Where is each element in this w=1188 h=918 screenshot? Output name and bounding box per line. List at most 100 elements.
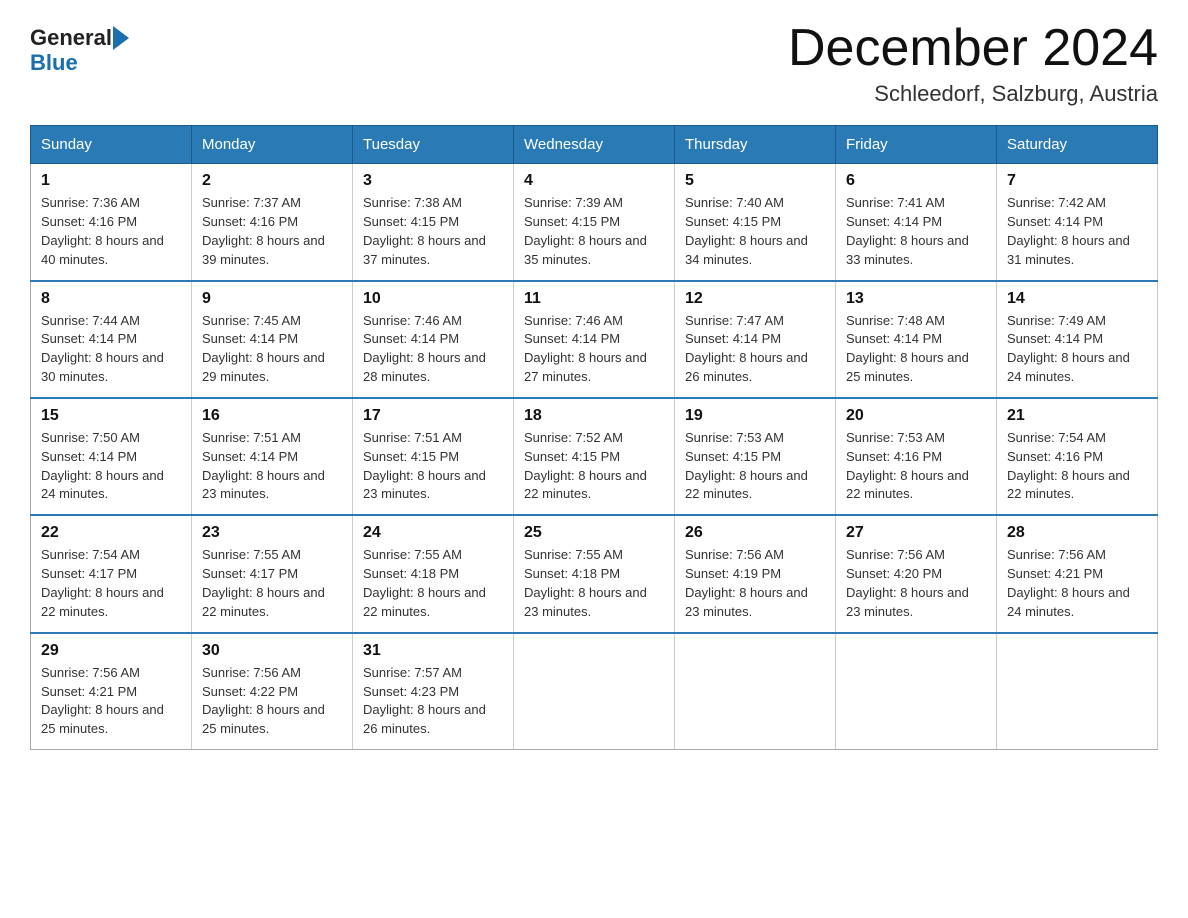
day-cell: 12 Sunrise: 7:47 AM Sunset: 4:14 PM Dayl… [675,281,836,398]
day-cell: 8 Sunrise: 7:44 AM Sunset: 4:14 PM Dayli… [31,281,192,398]
day-info: Sunrise: 7:41 AM Sunset: 4:14 PM Dayligh… [846,194,986,269]
day-cell: 26 Sunrise: 7:56 AM Sunset: 4:19 PM Dayl… [675,515,836,632]
month-title: December 2024 [788,20,1158,77]
day-cell: 29 Sunrise: 7:56 AM Sunset: 4:21 PM Dayl… [31,633,192,750]
week-row-1: 1 Sunrise: 7:36 AM Sunset: 4:16 PM Dayli… [31,164,1158,281]
day-cell: 4 Sunrise: 7:39 AM Sunset: 4:15 PM Dayli… [514,164,675,281]
day-number: 21 [1007,407,1147,425]
day-cell: 9 Sunrise: 7:45 AM Sunset: 4:14 PM Dayli… [192,281,353,398]
day-number: 20 [846,407,986,425]
day-number: 8 [41,290,181,308]
day-info: Sunrise: 7:46 AM Sunset: 4:14 PM Dayligh… [363,312,503,387]
day-number: 2 [202,172,342,190]
day-cell: 15 Sunrise: 7:50 AM Sunset: 4:14 PM Dayl… [31,398,192,515]
day-number: 10 [363,290,503,308]
day-number: 23 [202,524,342,542]
day-number: 31 [363,642,503,660]
day-number: 12 [685,290,825,308]
day-number: 17 [363,407,503,425]
day-info: Sunrise: 7:44 AM Sunset: 4:14 PM Dayligh… [41,312,181,387]
day-cell: 25 Sunrise: 7:55 AM Sunset: 4:18 PM Dayl… [514,515,675,632]
day-cell: 16 Sunrise: 7:51 AM Sunset: 4:14 PM Dayl… [192,398,353,515]
day-number: 5 [685,172,825,190]
day-cell: 27 Sunrise: 7:56 AM Sunset: 4:20 PM Dayl… [836,515,997,632]
day-info: Sunrise: 7:56 AM Sunset: 4:21 PM Dayligh… [41,664,181,739]
week-row-5: 29 Sunrise: 7:56 AM Sunset: 4:21 PM Dayl… [31,633,1158,750]
day-cell [836,633,997,750]
day-number: 16 [202,407,342,425]
day-cell: 2 Sunrise: 7:37 AM Sunset: 4:16 PM Dayli… [192,164,353,281]
day-number: 28 [1007,524,1147,542]
day-number: 22 [41,524,181,542]
day-number: 14 [1007,290,1147,308]
logo-general-text: General [30,27,112,49]
day-number: 9 [202,290,342,308]
day-number: 18 [524,407,664,425]
day-cell: 22 Sunrise: 7:54 AM Sunset: 4:17 PM Dayl… [31,515,192,632]
day-cell: 3 Sunrise: 7:38 AM Sunset: 4:15 PM Dayli… [353,164,514,281]
day-cell: 28 Sunrise: 7:56 AM Sunset: 4:21 PM Dayl… [997,515,1158,632]
day-cell: 6 Sunrise: 7:41 AM Sunset: 4:14 PM Dayli… [836,164,997,281]
weekday-header-monday: Monday [192,126,353,164]
weekday-header-wednesday: Wednesday [514,126,675,164]
day-info: Sunrise: 7:57 AM Sunset: 4:23 PM Dayligh… [363,664,503,739]
day-number: 30 [202,642,342,660]
weekday-header-friday: Friday [836,126,997,164]
day-info: Sunrise: 7:42 AM Sunset: 4:14 PM Dayligh… [1007,194,1147,269]
day-info: Sunrise: 7:55 AM Sunset: 4:17 PM Dayligh… [202,546,342,621]
day-cell: 20 Sunrise: 7:53 AM Sunset: 4:16 PM Dayl… [836,398,997,515]
weekday-header-tuesday: Tuesday [353,126,514,164]
day-info: Sunrise: 7:53 AM Sunset: 4:15 PM Dayligh… [685,429,825,504]
day-info: Sunrise: 7:51 AM Sunset: 4:14 PM Dayligh… [202,429,342,504]
day-info: Sunrise: 7:48 AM Sunset: 4:14 PM Dayligh… [846,312,986,387]
day-cell: 1 Sunrise: 7:36 AM Sunset: 4:16 PM Dayli… [31,164,192,281]
weekday-header-row: SundayMondayTuesdayWednesdayThursdayFrid… [31,126,1158,164]
day-cell: 5 Sunrise: 7:40 AM Sunset: 4:15 PM Dayli… [675,164,836,281]
day-cell: 7 Sunrise: 7:42 AM Sunset: 4:14 PM Dayli… [997,164,1158,281]
day-cell: 21 Sunrise: 7:54 AM Sunset: 4:16 PM Dayl… [997,398,1158,515]
day-cell: 19 Sunrise: 7:53 AM Sunset: 4:15 PM Dayl… [675,398,836,515]
logo: General Blue [30,20,130,76]
logo-blue-text: Blue [30,50,78,75]
day-info: Sunrise: 7:38 AM Sunset: 4:15 PM Dayligh… [363,194,503,269]
day-info: Sunrise: 7:47 AM Sunset: 4:14 PM Dayligh… [685,312,825,387]
day-number: 7 [1007,172,1147,190]
day-info: Sunrise: 7:46 AM Sunset: 4:14 PM Dayligh… [524,312,664,387]
day-info: Sunrise: 7:51 AM Sunset: 4:15 PM Dayligh… [363,429,503,504]
day-cell: 23 Sunrise: 7:55 AM Sunset: 4:17 PM Dayl… [192,515,353,632]
day-info: Sunrise: 7:50 AM Sunset: 4:14 PM Dayligh… [41,429,181,504]
day-number: 11 [524,290,664,308]
day-number: 4 [524,172,664,190]
day-number: 27 [846,524,986,542]
day-number: 19 [685,407,825,425]
logo-arrow-icon [113,26,129,50]
day-cell: 10 Sunrise: 7:46 AM Sunset: 4:14 PM Dayl… [353,281,514,398]
day-cell: 17 Sunrise: 7:51 AM Sunset: 4:15 PM Dayl… [353,398,514,515]
day-number: 15 [41,407,181,425]
day-cell [997,633,1158,750]
day-cell: 24 Sunrise: 7:55 AM Sunset: 4:18 PM Dayl… [353,515,514,632]
week-row-2: 8 Sunrise: 7:44 AM Sunset: 4:14 PM Dayli… [31,281,1158,398]
title-block: December 2024 Schleedorf, Salzburg, Aust… [788,20,1158,107]
weekday-header-thursday: Thursday [675,126,836,164]
day-info: Sunrise: 7:55 AM Sunset: 4:18 PM Dayligh… [524,546,664,621]
day-number: 24 [363,524,503,542]
day-info: Sunrise: 7:56 AM Sunset: 4:22 PM Dayligh… [202,664,342,739]
week-row-3: 15 Sunrise: 7:50 AM Sunset: 4:14 PM Dayl… [31,398,1158,515]
day-info: Sunrise: 7:54 AM Sunset: 4:16 PM Dayligh… [1007,429,1147,504]
day-info: Sunrise: 7:40 AM Sunset: 4:15 PM Dayligh… [685,194,825,269]
location-title: Schleedorf, Salzburg, Austria [788,81,1158,107]
day-info: Sunrise: 7:56 AM Sunset: 4:20 PM Dayligh… [846,546,986,621]
day-info: Sunrise: 7:55 AM Sunset: 4:18 PM Dayligh… [363,546,503,621]
day-cell [675,633,836,750]
day-info: Sunrise: 7:53 AM Sunset: 4:16 PM Dayligh… [846,429,986,504]
calendar-table: SundayMondayTuesdayWednesdayThursdayFrid… [30,125,1158,750]
day-number: 25 [524,524,664,542]
day-number: 29 [41,642,181,660]
day-info: Sunrise: 7:39 AM Sunset: 4:15 PM Dayligh… [524,194,664,269]
page-header: General Blue December 2024 Schleedorf, S… [30,20,1158,107]
day-info: Sunrise: 7:56 AM Sunset: 4:19 PM Dayligh… [685,546,825,621]
day-cell: 18 Sunrise: 7:52 AM Sunset: 4:15 PM Dayl… [514,398,675,515]
weekday-header-saturday: Saturday [997,126,1158,164]
day-cell [514,633,675,750]
